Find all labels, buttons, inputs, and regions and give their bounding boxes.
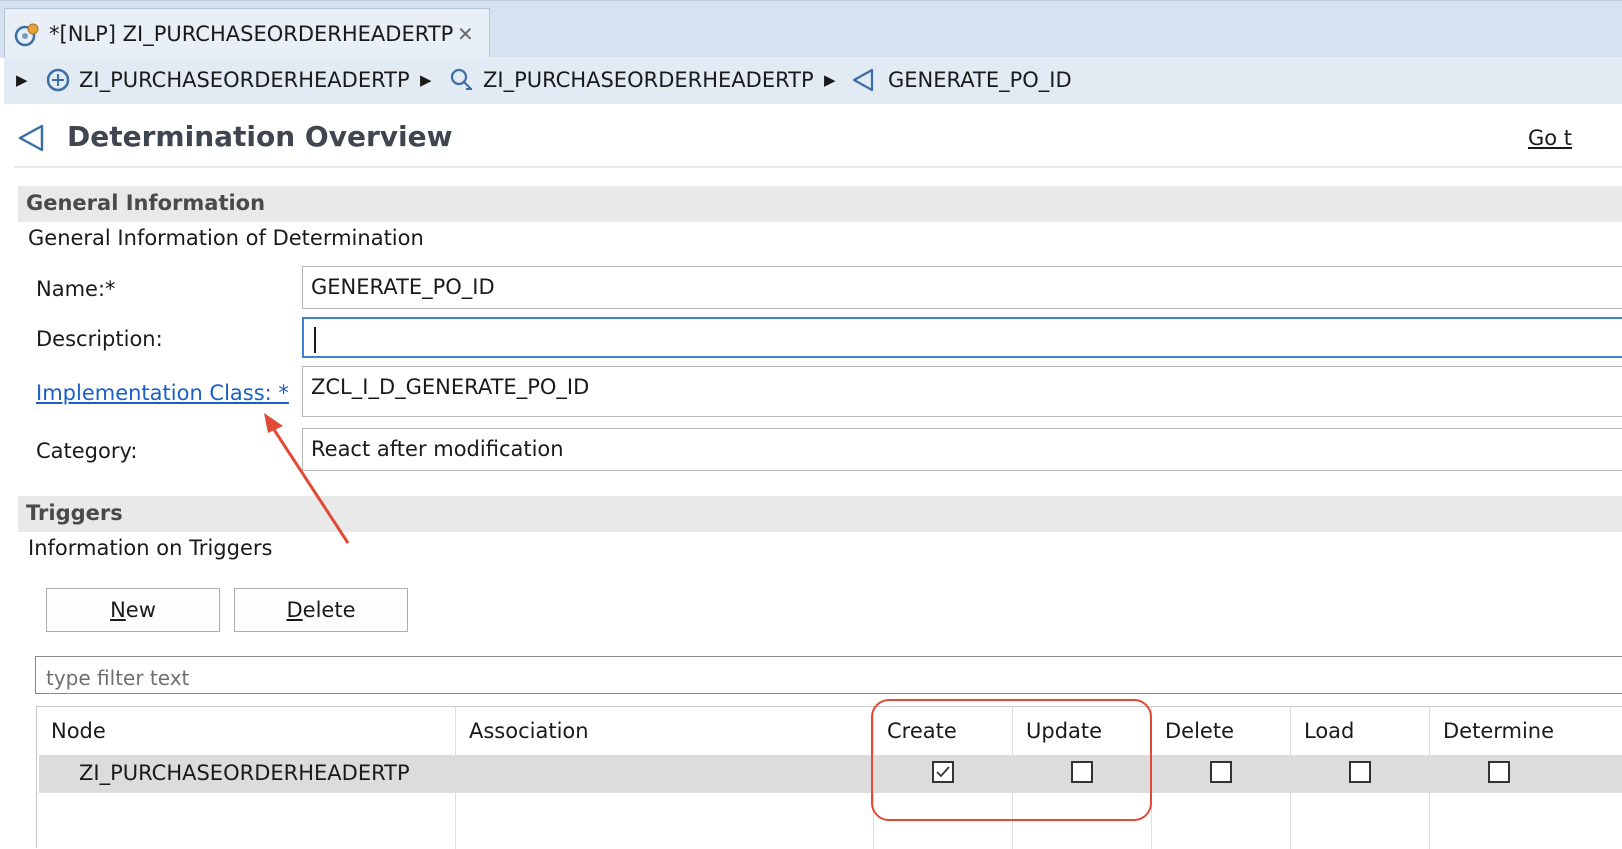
category-select[interactable]: React after modification — [302, 428, 1622, 471]
general-section-header[interactable]: General Information — [18, 186, 1622, 222]
goto-link[interactable]: Go t — [1528, 126, 1572, 150]
determine-checkbox[interactable] — [1488, 761, 1510, 783]
breadcrumb-item-determination[interactable]: GENERATE_PO_ID — [888, 68, 1072, 92]
breadcrumb-separator-icon[interactable]: ▶ — [824, 71, 836, 89]
annotation-highlight-box — [871, 699, 1152, 821]
delete-checkbox[interactable] — [1210, 761, 1232, 783]
delete-mnemonic: D — [286, 598, 303, 622]
name-label: Name:* — [36, 277, 116, 301]
determination-icon — [852, 68, 874, 92]
breadcrumb-item-node[interactable]: ZI_PURCHASEORDERHEADERTP — [483, 68, 814, 92]
new-button[interactable]: New — [46, 588, 220, 632]
behavior-definition-icon — [46, 68, 70, 92]
column-header-node[interactable]: Node — [51, 719, 106, 743]
general-section-title: General Information — [26, 191, 266, 215]
description-field[interactable] — [302, 317, 1622, 358]
editor-tab-strip: *[NLP] ZI_PURCHASEORDERHEADERTP ✕ — [0, 0, 1622, 58]
triggers-table: Node Association Create Update Delete Lo… — [36, 706, 1622, 849]
row-node-value: ZI_PURCHASEORDERHEADERTP — [79, 761, 410, 785]
node-icon — [450, 68, 472, 90]
triggers-section-title: Triggers — [26, 501, 123, 525]
general-section-description: General Information of Determination — [28, 226, 424, 250]
category-label: Category: — [36, 439, 138, 463]
close-icon[interactable]: ✕ — [457, 22, 474, 46]
implementation-class-link[interactable]: Implementation Class: * — [36, 381, 289, 405]
triggers-section-header[interactable]: Triggers — [18, 496, 1622, 532]
column-header-association[interactable]: Association — [469, 719, 589, 743]
delete-button[interactable]: Delete — [234, 588, 408, 632]
determination-icon — [18, 124, 44, 152]
column-header-delete[interactable]: Delete — [1165, 719, 1234, 743]
name-field[interactable]: GENERATE_PO_ID — [302, 266, 1622, 309]
text-caret — [314, 327, 316, 353]
breadcrumb-expand-icon[interactable]: ▶ — [16, 71, 28, 89]
new-mnemonic: N — [110, 598, 126, 622]
breadcrumb: ▶ ZI_PURCHASEORDERHEADERTP ▶ ZI_PURCHASE… — [4, 57, 1622, 104]
breadcrumb-separator-icon[interactable]: ▶ — [420, 71, 432, 89]
breadcrumb-item-behavior[interactable]: ZI_PURCHASEORDERHEADERTP — [79, 68, 410, 92]
tab-title: *[NLP] ZI_PURCHASEORDERHEADERTP — [49, 22, 454, 46]
behavior-definition-icon — [14, 23, 39, 47]
column-header-load[interactable]: Load — [1304, 719, 1354, 743]
column-header-determine[interactable]: Determine — [1443, 719, 1554, 743]
header-divider — [14, 166, 1622, 168]
description-label: Description: — [36, 327, 163, 351]
triggers-section-description: Information on Triggers — [28, 536, 273, 560]
page-title: Determination Overview — [67, 120, 453, 153]
load-checkbox[interactable] — [1349, 761, 1371, 783]
editor-tab[interactable]: *[NLP] ZI_PURCHASEORDERHEADERTP ✕ — [4, 8, 490, 58]
implementation-class-field[interactable]: ZCL_I_D_GENERATE_PO_ID — [302, 366, 1622, 417]
filter-input[interactable]: type filter text — [35, 656, 1622, 694]
